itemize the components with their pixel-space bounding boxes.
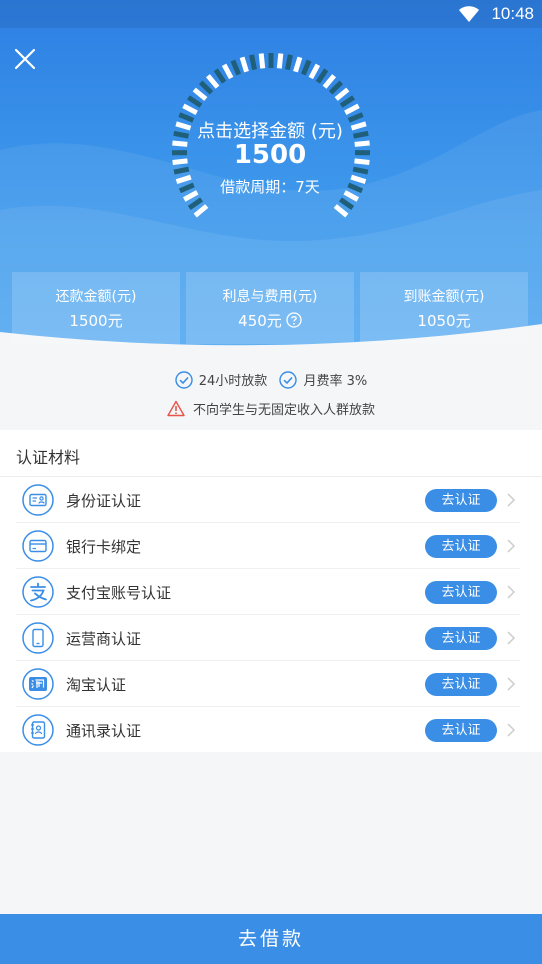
card-label: 还款金额(元) xyxy=(55,289,137,305)
feature-monthly-rate: 月费率 3% xyxy=(279,370,367,389)
auth-row-taobao[interactable]: 淘宝认证 去认证 xyxy=(0,661,542,707)
gauge-tick xyxy=(239,56,249,73)
gauge-tick xyxy=(344,103,360,116)
warning-text: 不向学生与无固定收入人群放款 xyxy=(192,403,375,418)
gauge-tick xyxy=(338,197,355,210)
warning-icon xyxy=(167,400,185,417)
check-circle-icon xyxy=(279,370,298,389)
card-value: 450元 xyxy=(238,312,282,330)
wifi-icon xyxy=(459,6,479,22)
verify-taobao-button[interactable]: 去认证 xyxy=(425,673,497,696)
gauge-tick xyxy=(315,68,329,84)
question-icon[interactable] xyxy=(286,312,302,328)
verify-bank-card-button[interactable]: 去认证 xyxy=(425,535,497,558)
chevron-right-icon xyxy=(507,585,516,599)
repay-amount-card: 还款金额(元) 1500元 xyxy=(12,272,180,344)
id-card-icon xyxy=(22,484,54,516)
received-amount-card: 到账金额(元) 1050元 xyxy=(360,272,528,344)
gauge-tick xyxy=(334,87,350,101)
summary-cards: 还款金额(元) 1500元 利息与费用(元) 450元 到账金额(元) 1050… xyxy=(12,272,530,344)
auth-label: 运营商认证 xyxy=(66,630,142,648)
chevron-right-icon xyxy=(507,723,516,737)
status-time: 10:48 xyxy=(491,4,534,23)
feature-label: 月费率 3% xyxy=(303,374,368,389)
gauge-tick xyxy=(192,87,208,101)
auth-row-alipay[interactable]: 支付宝账号认证 去认证 xyxy=(0,569,542,615)
card-label: 到账金额(元) xyxy=(403,289,485,305)
auth-label: 通讯录认证 xyxy=(66,722,142,740)
section-title: 认证材料 xyxy=(16,448,81,467)
gauge-tick xyxy=(293,56,303,73)
auth-label: 银行卡绑定 xyxy=(66,538,142,556)
bank-card-icon xyxy=(22,530,54,562)
interest-fee-card: 利息与费用(元) 450元 xyxy=(186,272,354,344)
gauge-tick xyxy=(213,68,227,84)
card-label: 利息与费用(元) xyxy=(222,289,318,305)
card-value: 1500元 xyxy=(69,312,123,330)
gauge-tick xyxy=(198,80,214,95)
chevron-right-icon xyxy=(507,539,516,553)
chevron-right-icon xyxy=(507,631,516,645)
verify-id-card-button[interactable]: 去认证 xyxy=(425,489,497,512)
gauge-amount[interactable]: 1500 xyxy=(120,140,420,170)
verify-contacts-button[interactable]: 去认证 xyxy=(425,719,497,742)
auth-materials-section: 认证材料 身份证认证 去认证 银行卡绑定 去认证 支付宝账号认证 去认证 运营商… xyxy=(0,430,542,752)
check-circle-icon xyxy=(175,370,193,389)
taobao-icon xyxy=(22,668,54,700)
auth-row-contacts[interactable]: 通讯录认证 去认证 xyxy=(0,707,542,753)
gauge-period: 借款周期：7天 xyxy=(220,178,320,196)
gauge-tick xyxy=(322,74,337,89)
gauge-tick xyxy=(339,95,355,108)
chevron-right-icon xyxy=(507,493,516,507)
gauge-tick xyxy=(308,63,321,80)
gauge-tick xyxy=(221,63,234,80)
gauge-tick xyxy=(258,53,266,69)
gauge-tick xyxy=(187,197,204,210)
features-panel: 24小时放款 月费率 3% 不向学生与无固定收入人群放款 xyxy=(0,362,542,428)
card-value: 1050元 xyxy=(417,312,471,330)
close-icon[interactable] xyxy=(12,46,38,72)
auth-row-id-card[interactable]: 身份证认证 去认证 xyxy=(0,477,542,523)
feature-fast-loan: 24小时放款 xyxy=(175,370,268,389)
auth-row-bank-card[interactable]: 银行卡绑定 去认证 xyxy=(0,523,542,569)
card-value-wrap: 450元 xyxy=(186,310,354,331)
chevron-right-icon xyxy=(507,677,516,691)
gauge-tick xyxy=(300,59,312,76)
auth-row-carrier[interactable]: 运营商认证 去认证 xyxy=(0,615,542,661)
gauge-tick xyxy=(205,74,220,89)
verify-carrier-button[interactable]: 去认证 xyxy=(425,627,497,650)
warning-notice: 不向学生与无固定收入人群放款 xyxy=(167,399,375,418)
gauge-tick xyxy=(333,204,349,218)
gauge-tick xyxy=(276,53,284,69)
auth-label: 身份证认证 xyxy=(66,492,142,510)
gauge-tick xyxy=(328,80,344,95)
gauge-tick xyxy=(230,59,242,76)
feature-label: 24小时放款 xyxy=(198,374,268,389)
borrow-button[interactable]: 去借款 xyxy=(0,914,542,964)
auth-label: 支付宝账号认证 xyxy=(66,584,172,602)
auth-label: 淘宝认证 xyxy=(66,676,127,694)
alipay-icon xyxy=(22,576,54,608)
verify-alipay-button[interactable]: 去认证 xyxy=(425,581,497,604)
gauge-tick xyxy=(193,204,209,218)
gauge-tick xyxy=(249,54,257,71)
gauge-tick xyxy=(182,103,198,116)
phone-icon xyxy=(22,622,54,654)
gauge-tick xyxy=(285,54,293,71)
contacts-icon xyxy=(22,714,54,746)
gauge-tick xyxy=(187,95,203,108)
status-bar: 10:48 xyxy=(0,0,542,28)
